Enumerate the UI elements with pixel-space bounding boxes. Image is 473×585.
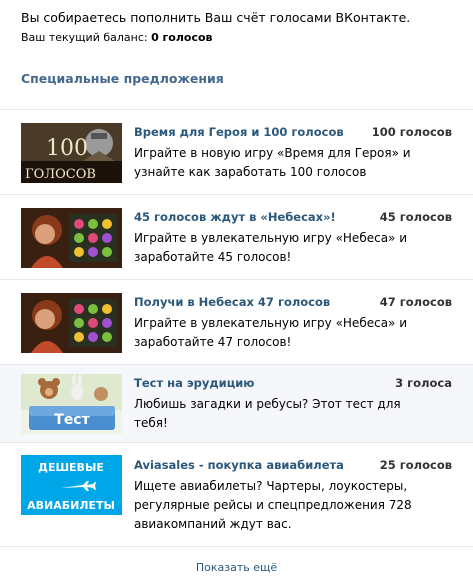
offer-title[interactable]: Время для Героя и 100 голосов xyxy=(134,125,344,139)
intro-text: Вы собираетесь пополнить Ваш счёт голоса… xyxy=(21,10,411,25)
offer-item-nebesa-47[interactable]: Получи в Небесах 47 голосов 47 голосов И… xyxy=(0,279,473,364)
offer-item-aviasales[interactable]: ДЕШЕВЫЕ АВИАБИЛЕТЫ Aviasales - покупка а… xyxy=(0,442,473,537)
aviasales-thumb-line1: ДЕШЕВЫЕ xyxy=(38,461,104,474)
offer-item-hero[interactable]: 100 ГОЛОСОВ Время для Героя и 100 голосо… xyxy=(0,109,473,194)
offer-description: Любишь загадки и ребусы? Этот тест для т… xyxy=(134,397,401,430)
offer-amount: 47 голосов xyxy=(379,295,452,309)
offers-list: 100 ГОЛОСОВ Время для Героя и 100 голосо… xyxy=(0,109,473,537)
offer-amount: 45 голосов xyxy=(379,210,452,224)
balance-value: 0 голосов xyxy=(151,31,213,44)
offer-description: Ищете авиабилеты? Чартеры, лоукостеры, р… xyxy=(134,479,412,531)
offer-title[interactable]: Получи в Небесах 47 голосов xyxy=(134,295,330,309)
quiz-animals-icon[interactable]: Тест xyxy=(21,374,122,434)
show-more-bar: Показать ещё xyxy=(0,546,473,585)
nebesa-game-icon[interactable] xyxy=(21,208,122,268)
offer-title[interactable]: Aviasales - покупка авиабилета xyxy=(134,458,344,472)
hero-thumb-caption: ГОЛОСОВ xyxy=(25,167,96,182)
airplane-icon[interactable]: ДЕШЕВЫЕ АВИАБИЛЕТЫ xyxy=(21,455,122,515)
offer-title[interactable]: Тест на эрудицию xyxy=(134,376,255,390)
balance-label: Ваш текущий баланс: xyxy=(21,31,148,44)
section-title: Специальные предложения xyxy=(21,71,224,86)
hero-thumb-number: 100 xyxy=(46,136,88,161)
offer-amount: 3 голоса xyxy=(395,376,452,390)
nebesa-game-icon[interactable] xyxy=(21,293,122,353)
show-more-link[interactable]: Показать ещё xyxy=(196,561,277,574)
quiz-thumb-label: Тест xyxy=(54,412,90,428)
hero-knight-icon[interactable]: 100 ГОЛОСОВ xyxy=(21,123,122,183)
offer-item-quiz[interactable]: Тест Тест на эрудицию 3 голоса Любишь за… xyxy=(0,364,473,442)
offer-description: Играйте в новую игру «Время для Героя» и… xyxy=(134,146,411,179)
offer-title[interactable]: 45 голосов ждут в «Небесах»! xyxy=(134,210,336,224)
offer-amount: 100 голосов xyxy=(371,125,452,139)
balance-line: Ваш текущий баланс: 0 голосов xyxy=(21,31,213,44)
offer-description: Играйте в увлекательную игру «Небеса» и … xyxy=(134,231,408,264)
offer-description: Играйте в увлекательную игру «Небеса» и … xyxy=(134,316,408,349)
aviasales-thumb-line2: АВИАБИЛЕТЫ xyxy=(27,499,115,512)
offer-item-nebesa-45[interactable]: 45 голосов ждут в «Небесах»! 45 голосов … xyxy=(0,194,473,279)
offer-amount: 25 голосов xyxy=(379,458,452,472)
